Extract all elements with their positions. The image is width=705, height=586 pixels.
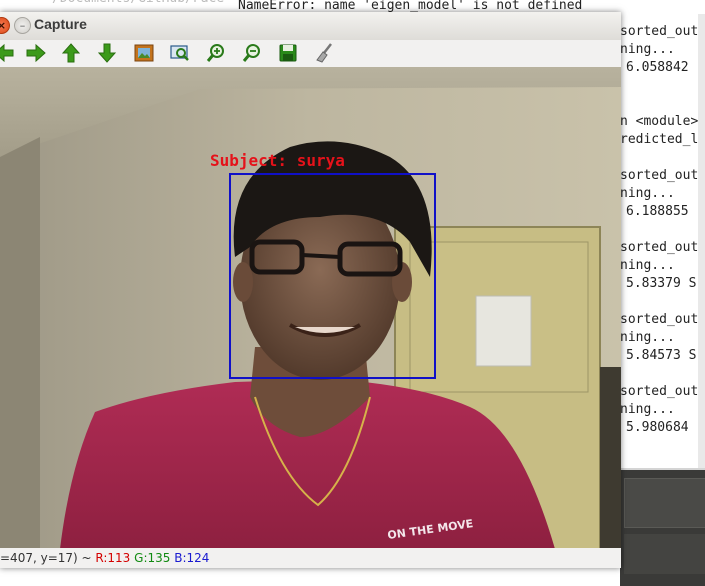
terminal-line: ning...: [620, 258, 675, 273]
status-red: R:113: [95, 551, 131, 565]
glasses-bridge: [301, 253, 341, 259]
dark-edge: [600, 367, 621, 549]
terminal-path-title: /Documents/GitHub/Face: [52, 0, 224, 8]
terminal-line: sorted_out: [620, 384, 699, 399]
terminal-panel-block: [624, 478, 705, 528]
image-icon: [134, 44, 154, 62]
clear-button[interactable]: [311, 40, 337, 66]
paper-on-door: [475, 295, 532, 367]
status-green: G:135: [134, 551, 171, 565]
toolbar: [0, 40, 621, 67]
terminal-line: 6.188855: [626, 204, 689, 219]
terminal-panel-block-2: [624, 534, 705, 574]
minimize-icon: –: [19, 19, 26, 32]
captured-image[interactable]: ON THE MOVE Subject: surya: [0, 67, 621, 549]
left-wall-shade: [0, 137, 40, 549]
terminal-line: sorted_out: [620, 24, 699, 39]
broom-icon: [316, 43, 332, 63]
statusbar: =407, y=17) ~ R:113 G:135 B:124: [0, 548, 621, 568]
arrow-left-icon: [0, 43, 14, 63]
terminal-line: 6.058842: [626, 60, 689, 75]
terminal-line: sorted_out: [620, 312, 699, 327]
status-coords: =407, y=17) ~: [0, 551, 96, 565]
webcam-frame: ON THE MOVE: [0, 67, 621, 549]
terminal-line: ning...: [620, 402, 675, 417]
terminal-line: sorted_out: [620, 240, 699, 255]
save-icon: [279, 44, 297, 62]
terminal-scrollbar[interactable]: [698, 14, 705, 470]
terminal-line: ning...: [620, 42, 675, 57]
terminal-line: 5.980684: [626, 420, 689, 435]
zoom-out-button[interactable]: [239, 40, 265, 66]
up-arrow-button[interactable]: [58, 40, 84, 66]
down-arrow-button[interactable]: [94, 40, 120, 66]
capture-window: × – Capture ON THE MOVE Subject: surya =…: [0, 12, 621, 568]
arrow-up-icon: [61, 43, 81, 63]
terminal-line: sorted_out: [620, 168, 699, 183]
window-title: Capture: [34, 16, 87, 32]
terminal-line: ning...: [620, 186, 675, 201]
save-button[interactable]: [275, 40, 301, 66]
zoom-fit-button[interactable]: [167, 40, 193, 66]
close-icon: ×: [0, 19, 7, 32]
zoom-in-button[interactable]: [203, 40, 229, 66]
arrow-down-icon: [97, 43, 117, 63]
face-label: Subject: surya: [210, 151, 345, 170]
terminal-line: ning...: [620, 330, 675, 345]
back-arrow-button[interactable]: [0, 40, 17, 66]
zoom-fit-icon: [170, 45, 189, 61]
window-titlebar[interactable]: × – Capture: [0, 12, 621, 41]
arrow-right-icon: [26, 43, 46, 63]
terminal-line: n <module>: [620, 114, 699, 129]
close-button[interactable]: ×: [0, 17, 10, 34]
ear-left: [233, 262, 253, 302]
zoom-out-icon: [242, 44, 260, 62]
status-blue: B:124: [174, 551, 210, 565]
terminal-line: redicted_l: [620, 132, 699, 147]
zoom-in-icon: [206, 44, 224, 62]
forward-arrow-button[interactable]: [23, 40, 49, 66]
image-button[interactable]: [131, 40, 157, 66]
minimize-button[interactable]: –: [14, 17, 31, 34]
terminal-line: 5.83379 S: [626, 276, 697, 291]
terminal-line: 5.84573 S: [626, 348, 697, 363]
